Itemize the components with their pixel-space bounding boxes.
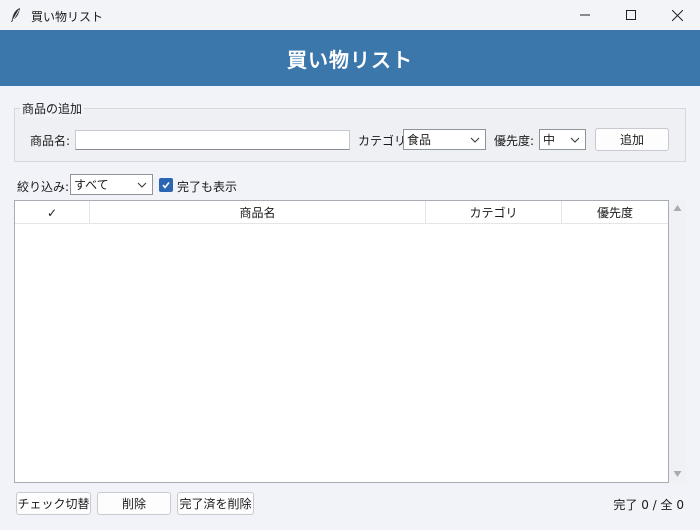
chevron-down-icon bbox=[137, 182, 147, 188]
scroll-down-arrow-icon[interactable] bbox=[673, 470, 682, 478]
close-button[interactable] bbox=[654, 0, 700, 30]
page-title: 買い物リスト bbox=[287, 47, 413, 72]
title-bar: 買い物リスト bbox=[0, 0, 700, 30]
add-button[interactable]: 追加 bbox=[595, 128, 669, 151]
chevron-down-icon bbox=[570, 137, 580, 143]
column-header-category[interactable]: カテゴリ bbox=[426, 201, 562, 224]
minimize-icon bbox=[580, 14, 590, 16]
show-completed-label[interactable]: 完了も表示 bbox=[177, 178, 237, 195]
show-completed-checkbox[interactable] bbox=[159, 178, 173, 192]
add-item-group-label: 商品の追加 bbox=[20, 100, 85, 117]
item-name-input[interactable] bbox=[75, 130, 350, 150]
shopping-list-table[interactable]: ✓ 商品名 カテゴリ 優先度 bbox=[14, 200, 669, 483]
checkmark-icon bbox=[162, 182, 170, 189]
filter-label: 絞り込み: bbox=[17, 180, 70, 194]
delete-completed-button[interactable]: 完了済を削除 bbox=[177, 492, 254, 515]
category-select[interactable]: 食品 bbox=[403, 129, 486, 150]
chevron-down-icon bbox=[470, 137, 480, 143]
priority-select[interactable]: 中 bbox=[539, 129, 586, 150]
table-scrollbar[interactable] bbox=[669, 200, 686, 483]
table-header: ✓ 商品名 カテゴリ 優先度 bbox=[15, 201, 668, 224]
feather-icon bbox=[11, 8, 20, 22]
filter-select[interactable]: すべて bbox=[70, 174, 153, 195]
delete-button[interactable]: 削除 bbox=[97, 492, 171, 515]
maximize-icon bbox=[626, 10, 636, 20]
priority-label: 優先度: bbox=[494, 134, 535, 148]
column-header-check[interactable]: ✓ bbox=[15, 201, 90, 224]
close-icon bbox=[671, 9, 683, 21]
priority-select-value: 中 bbox=[543, 133, 556, 147]
scroll-up-arrow-icon[interactable] bbox=[673, 204, 682, 212]
maximize-button[interactable] bbox=[608, 0, 654, 30]
header-banner: 買い物リスト bbox=[0, 30, 700, 86]
window-title: 買い物リスト bbox=[31, 10, 104, 24]
category-select-value: 食品 bbox=[407, 133, 432, 147]
column-header-priority[interactable]: 優先度 bbox=[562, 201, 668, 224]
item-name-label: 商品名: bbox=[30, 134, 71, 148]
toggle-check-button[interactable]: チェック切替 bbox=[16, 492, 91, 515]
column-header-name[interactable]: 商品名 bbox=[90, 201, 426, 224]
filter-select-value: すべて bbox=[74, 178, 109, 192]
minimize-button[interactable] bbox=[562, 0, 608, 30]
status-count: 完了 0 / 全 0 bbox=[613, 498, 684, 512]
